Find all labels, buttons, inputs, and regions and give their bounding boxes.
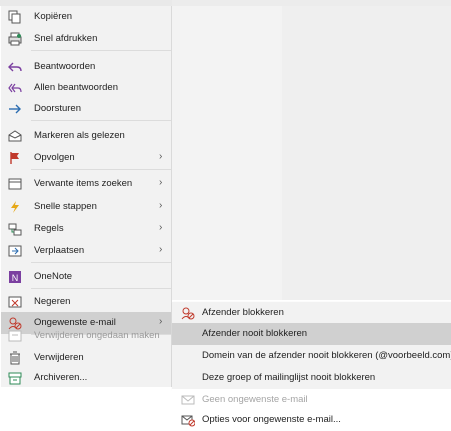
menu-item-label: Verwante items zoeken: [34, 178, 133, 189]
ignore-icon: [8, 295, 22, 309]
chevron-right-icon: ›: [159, 151, 163, 162]
submenu-item-label: Geen ongewenste e-mail: [202, 394, 308, 405]
menu-item-label: Verwijderen ongedaan maken: [34, 330, 160, 341]
menu-item-archive[interactable]: Archiveren...: [1, 367, 171, 389]
menu-item-undo-delete: Verwijderen ongedaan maken: [1, 325, 171, 347]
submenu-item-label: Afzender nooit blokkeren: [202, 328, 308, 339]
menu-item-label: Doorsturen: [34, 103, 81, 114]
menu-item-label: Markeren als gelezen: [34, 130, 125, 141]
menu-item-mark-read[interactable]: Markeren als gelezen: [1, 125, 171, 147]
menu-item-reply-all[interactable]: Allen beantwoorden: [1, 77, 171, 99]
submenu-item-junk-options[interactable]: Opties voor ongewenste e-mail...: [172, 409, 451, 431]
menu-item-quick-steps[interactable]: Snelle stappen ›: [1, 196, 171, 218]
menu-item-quick-print[interactable]: Snel afdrukken: [1, 28, 171, 50]
undo-delete-icon: [8, 329, 22, 343]
submenu-item-label: Domein van de afzender nooit blokkeren (…: [202, 350, 451, 361]
menu-item-label: Verwijderen: [34, 352, 84, 363]
svg-text:N: N: [12, 273, 19, 283]
menu-item-label: Beantwoorden: [34, 61, 96, 72]
separator: [31, 50, 171, 51]
flag-icon: [8, 151, 22, 165]
menu-item-label: Snelle stappen: [34, 201, 97, 212]
move-icon: [8, 244, 22, 258]
menu-item-label: Negeren: [34, 296, 71, 307]
menu-item-label: Allen beantwoorden: [34, 82, 118, 93]
context-menu: Kopiëren Snel afdrukken Beantwoorden All…: [1, 6, 172, 387]
junk-email-submenu: Afzender blokkeren Afzender nooit blokke…: [172, 302, 451, 389]
block-sender-icon: [181, 306, 195, 320]
submenu-item-block-sender[interactable]: Afzender blokkeren: [172, 302, 451, 324]
copy-icon: [8, 10, 22, 24]
menu-item-onenote[interactable]: N OneNote: [1, 266, 171, 288]
print-icon: [8, 32, 22, 46]
menu-item-find-related[interactable]: Verwante items zoeken ›: [1, 173, 171, 195]
junk-options-icon: [181, 413, 195, 427]
menu-item-label: Archiveren...: [34, 372, 88, 383]
separator: [31, 288, 171, 289]
onenote-icon: N: [8, 270, 22, 284]
reply-all-icon: [8, 81, 22, 95]
reply-icon: [8, 60, 22, 74]
submenu-item-never-block-domain[interactable]: Domein van de afzender nooit blokkeren (…: [172, 345, 451, 367]
archive-icon: [8, 371, 22, 385]
submenu-item-never-block-sender[interactable]: Afzender nooit blokkeren: [172, 323, 451, 345]
mark-read-icon: [8, 129, 22, 143]
reading-pane: [172, 0, 451, 300]
forward-icon: [8, 102, 22, 116]
chevron-right-icon: ›: [159, 222, 163, 233]
menu-item-rules[interactable]: Regels ›: [1, 218, 171, 240]
chevron-right-icon: ›: [159, 200, 163, 211]
related-items-icon: [8, 177, 22, 191]
lightning-icon: [8, 200, 22, 214]
submenu-item-never-block-group[interactable]: Deze groep of mailinglijst nooit blokker…: [172, 367, 451, 389]
menu-item-move[interactable]: Verplaatsen ›: [1, 240, 171, 262]
menu-item-label: Verplaatsen: [34, 245, 85, 256]
rules-icon: [8, 222, 22, 236]
menu-item-follow-up[interactable]: Opvolgen ›: [1, 147, 171, 169]
chevron-right-icon: ›: [159, 244, 163, 255]
menu-item-label: OneNote: [34, 271, 73, 282]
menu-item-copy[interactable]: Kopiëren: [1, 6, 171, 28]
menu-item-label: Opvolgen: [34, 152, 75, 163]
submenu-item-label: Afzender blokkeren: [202, 307, 284, 318]
menu-item-label: Regels: [34, 223, 64, 234]
menu-item-label: Kopiëren: [34, 11, 73, 22]
trash-icon: [8, 351, 22, 365]
menu-item-delete[interactable]: Verwijderen: [1, 347, 171, 369]
submenu-item-not-junk: Geen ongewenste e-mail: [172, 389, 451, 411]
menu-item-reply[interactable]: Beantwoorden: [1, 56, 171, 78]
separator: [31, 169, 171, 170]
submenu-item-label: Opties voor ongewenste e-mail...: [202, 414, 341, 425]
junk-email-submenu-extra: Geen ongewenste e-mail Opties voor ongew…: [172, 389, 451, 429]
separator: [31, 262, 171, 263]
menu-item-ignore[interactable]: Negeren: [1, 291, 171, 313]
chevron-right-icon: ›: [159, 177, 163, 188]
menu-item-label: Snel afdrukken: [34, 33, 98, 44]
submenu-item-label: Deze groep of mailinglijst nooit blokker…: [202, 372, 376, 383]
reading-pane-panel-right: [282, 6, 451, 300]
menu-item-forward[interactable]: Doorsturen: [1, 98, 171, 120]
not-junk-icon: [181, 393, 195, 407]
separator: [31, 120, 171, 121]
